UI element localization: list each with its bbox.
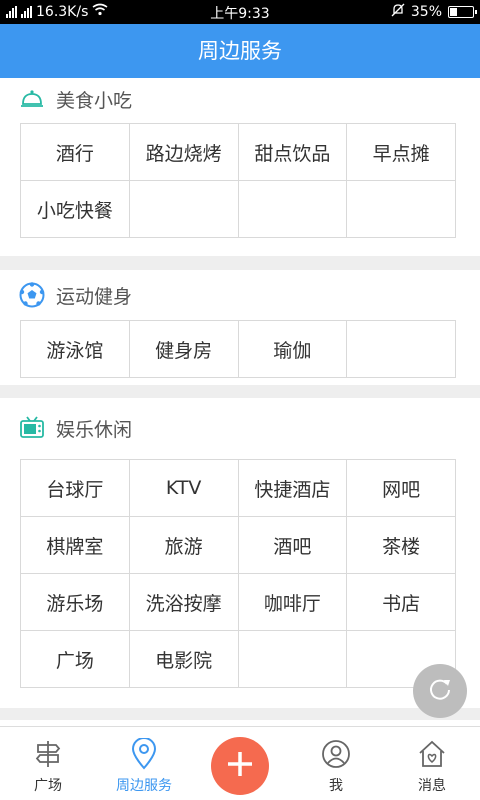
tab-label: 我 [329,778,343,794]
grid-item[interactable]: 旅游 [129,517,239,574]
grid-item[interactable]: 电影院 [129,631,239,688]
tab-bar: 广场 周边服务 我 消息 [0,726,480,800]
grid-item[interactable]: 游泳馆 [21,321,130,378]
refresh-button[interactable] [413,664,467,718]
grid-item[interactable]: 酒吧 [238,517,348,574]
grid-item[interactable]: 茶楼 [347,517,456,574]
grid-item[interactable]: 早点摊 [347,124,456,181]
grid-item-empty [129,181,239,238]
grid-item-empty [238,631,348,688]
grid-item[interactable]: 棋牌室 [21,517,130,574]
cloche-icon [18,85,46,113]
tab-messages[interactable]: 消息 [384,727,480,800]
section-entertainment: 娱乐休闲 台球厅 KTV 快捷酒店 网吧 棋牌室 旅游 酒吧 茶楼 游乐场 洗浴… [0,398,480,708]
battery-fill [450,8,457,16]
grid-item[interactable]: 广场 [21,631,130,688]
grid-item[interactable]: 游乐场 [21,574,130,631]
battery-icon [448,6,477,18]
mute-bell-icon [391,3,405,21]
grid-item[interactable]: 网吧 [347,460,456,517]
grid-item[interactable]: 快捷酒店 [238,460,348,517]
grid-item-empty [238,181,348,238]
tab-nearby[interactable]: 周边服务 [96,727,192,800]
user-icon [321,737,351,771]
section-head: 运动健身 [0,270,480,320]
grid-item[interactable]: 小吃快餐 [21,181,130,238]
section-head: 美食小吃 [0,78,480,120]
sports-grid: 游泳馆 健身房 瑜伽 [20,320,456,378]
signpost-icon [34,737,62,771]
grid-item[interactable]: 瑜伽 [238,321,348,378]
tv-icon [18,414,46,442]
status-bar: 16.3K/s 上午9:33 35% [0,0,480,24]
section-sports: 运动健身 游泳馆 健身房 瑜伽 [0,270,480,385]
grid-item[interactable]: 洗浴按摩 [129,574,239,631]
grid-item[interactable]: KTV [129,460,239,517]
grid-item[interactable]: 书店 [347,574,456,631]
tab-label: 广场 [34,778,62,794]
grid-item[interactable]: 甜点饮品 [238,124,348,181]
home-heart-icon [417,737,447,771]
section-food: 美食小吃 酒行 路边烧烤 甜点饮品 早点摊 小吃快餐 [0,78,480,256]
page-title: 周边服务 [0,24,480,78]
soccer-ball-icon [18,281,46,309]
tab-label: 周边服务 [116,778,172,794]
section-title: 美食小吃 [56,89,133,112]
grid-item-empty [347,181,456,238]
content: 美食小吃 酒行 路边烧烤 甜点饮品 早点摊 小吃快餐 运动健身 游泳馆 健身房 … [0,78,480,726]
grid-item-empty [347,321,456,378]
section-title: 运动健身 [56,285,133,308]
location-pin-icon [131,737,157,771]
status-right: 35% [391,3,477,21]
add-button[interactable] [211,737,269,795]
tab-me[interactable]: 我 [288,727,384,800]
refresh-icon [427,676,453,706]
add-icon [225,749,255,783]
section-title: 娱乐休闲 [56,418,133,441]
tab-plaza[interactable]: 广场 [0,727,96,800]
section-head: 娱乐休闲 [0,398,480,458]
grid-item[interactable]: 健身房 [129,321,239,378]
food-grid: 酒行 路边烧烤 甜点饮品 早点摊 小吃快餐 [20,123,456,238]
tab-label: 消息 [418,778,446,794]
battery-percent: 35% [410,4,442,20]
grid-item[interactable]: 咖啡厅 [238,574,348,631]
entertainment-grid: 台球厅 KTV 快捷酒店 网吧 棋牌室 旅游 酒吧 茶楼 游乐场 洗浴按摩 咖啡… [20,459,456,688]
grid-item[interactable]: 路边烧烤 [129,124,239,181]
grid-item[interactable]: 台球厅 [21,460,130,517]
grid-item[interactable]: 酒行 [21,124,130,181]
